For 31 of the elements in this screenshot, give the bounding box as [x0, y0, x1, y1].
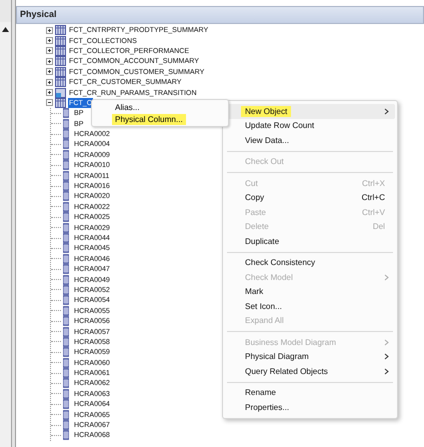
expand-icon[interactable] — [46, 89, 53, 96]
table-icon — [55, 46, 66, 56]
menu-item[interactable]: Update Row Count — [225, 118, 395, 133]
table-icon — [55, 77, 66, 88]
table-icon — [55, 25, 66, 36]
scroll-up-icon[interactable] — [1, 25, 10, 34]
menu-item[interactable]: View Data... — [225, 133, 395, 148]
collapse-icon[interactable] — [46, 99, 53, 106]
menu-item[interactable]: Duplicate — [225, 234, 395, 248]
table-icon — [55, 36, 66, 46]
menu-item[interactable]: Properties... — [225, 400, 395, 414]
expand-icon[interactable] — [46, 47, 53, 54]
menu-item[interactable]: Query Related Objects — [225, 364, 395, 378]
table-icon — [55, 66, 66, 77]
expand-icon[interactable] — [46, 37, 53, 44]
menu-item[interactable]: Physical Column... — [112, 114, 186, 124]
expand-icon[interactable] — [46, 26, 53, 34]
expand-icon[interactable] — [46, 78, 53, 86]
table-icon — [55, 56, 66, 66]
table-icon — [55, 98, 66, 108]
menu-item[interactable]: Copy Ctrl+C — [225, 190, 395, 205]
menu-item[interactable]: Physical Diagram — [225, 350, 395, 364]
menu-item[interactable]: Mark — [225, 284, 395, 299]
alias-table-icon — [55, 88, 66, 98]
expand-icon[interactable] — [46, 58, 53, 65]
menu-item[interactable]: Rename — [225, 386, 395, 400]
menu-item[interactable]: Alias... — [112, 102, 143, 112]
expand-icon[interactable] — [46, 68, 53, 76]
menu-item[interactable]: Set Icon... — [225, 299, 395, 314]
menu-item[interactable]: Check Consistency — [225, 256, 395, 270]
panel-title: Physical — [16, 6, 424, 24]
